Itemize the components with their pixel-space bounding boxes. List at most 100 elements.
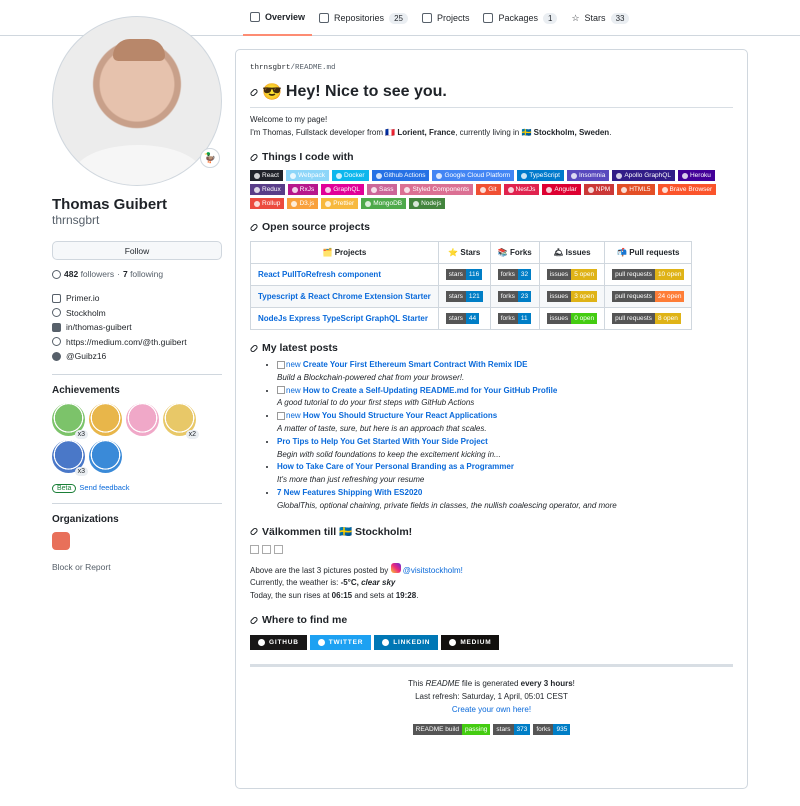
post-link[interactable]: 7 New Features Shipping With ES2020 [277,488,422,497]
achievement-badge[interactable]: x3 [52,402,88,439]
tech-shield[interactable]: MongoDB [361,198,407,209]
anchor-link-icon[interactable] [249,222,259,232]
broken-image-icon[interactable] [274,544,283,554]
tech-shield[interactable]: NestJs [503,184,540,195]
tab-repositories[interactable]: Repositories 25 [312,0,415,36]
following-link[interactable]: 7 following [123,269,163,279]
post-image-alt[interactable]: new [286,360,301,369]
status-badge[interactable]: issues 0 open [546,313,598,324]
twitter-icon [52,351,61,361]
twitter-link[interactable]: @Guibz16 [66,351,106,361]
linkedin-link[interactable]: in/thomas-guibert [66,322,132,332]
status-badge[interactable]: forks 11 [497,313,531,324]
tech-shield[interactable]: Prettier [321,198,359,209]
tech-shield[interactable]: Brave Browser [657,184,717,195]
tech-shield[interactable]: Git [476,184,501,195]
footer-badge[interactable]: README build passing [412,724,491,736]
status-badge[interactable]: forks 23 [497,291,532,302]
post-image-alt[interactable]: new [286,386,301,395]
readme-footer: This README file is generated every 3 ho… [408,679,575,715]
list-item: new Create Your First Ethereum Smart Con… [277,359,733,385]
tech-shield[interactable]: Nodejs [409,198,446,209]
tab-projects[interactable]: Projects [415,0,477,36]
social-badge[interactable]: TWITTER [309,635,372,651]
tech-shield[interactable]: Heroku [677,170,715,181]
tech-shield[interactable]: Apollo GraphQL [612,170,675,181]
tech-shield[interactable]: Sass [367,184,398,195]
social-badge[interactable]: MEDIUM [441,635,500,651]
post-link[interactable]: How to Create a Self-Updating README.md … [303,386,557,395]
social-badge[interactable]: LINKEDIN [374,635,439,651]
tech-shield[interactable]: Webpack [285,170,329,181]
status-badge[interactable]: stars 121 [445,291,483,302]
status-badge[interactable]: issues 5 open [546,269,598,280]
status-badge[interactable]: pull requests 10 open [612,269,685,280]
status-badge[interactable]: pull requests 24 open [612,291,685,302]
avatar[interactable] [52,16,222,186]
anchor-link-icon[interactable] [249,152,259,162]
post-link[interactable]: How to Take Care of Your Personal Brandi… [277,462,514,471]
tech-shield[interactable]: NPM [583,184,615,195]
status-badge[interactable]: stars 116 [445,269,483,280]
tab-packages[interactable]: Packages 1 [476,0,564,36]
anchor-link-icon[interactable] [249,526,259,536]
tech-shield[interactable]: HTML5 [617,184,655,195]
create-your-own-link[interactable]: Create your own here! [452,705,531,714]
tab-stars[interactable]: ☆ Stars 33 [564,0,636,36]
footer-badge[interactable]: forks 935 [533,724,571,736]
footer-badge[interactable]: stars 373 [493,724,531,736]
intro-text: Welcome to my page! I'm Thomas, Fullstac… [250,115,612,137]
social-badge[interactable]: GITHUB [250,635,307,651]
followers-link[interactable]: 482 followers [64,269,114,279]
tech-shield[interactable]: Google Cloud Platform [432,170,515,181]
visitstockholm-link[interactable]: @visitstockholm! [403,566,463,575]
post-link[interactable]: How You Should Structure Your React Appl… [303,411,497,420]
broken-image-icon[interactable] [262,544,271,554]
tech-shield[interactable]: Insomnia [566,170,610,181]
opensource-heading: Open source projects [249,221,733,233]
tech-shield[interactable]: Rollup [250,198,285,209]
tech-shield[interactable]: Styled Components [400,184,474,195]
status-icon[interactable]: 🦆 [200,148,220,168]
anchor-link-icon[interactable] [249,87,259,97]
tech-shield[interactable]: Redux [250,184,285,195]
follow-button[interactable]: Follow [52,241,222,260]
anchor-link-icon[interactable] [249,343,259,353]
project-link[interactable]: NodeJs Express TypeScript GraphQL Starte… [258,314,428,323]
breadcrumb-user[interactable]: thrnsgbrt [250,64,291,72]
block-or-report-link[interactable]: Block or Report [52,562,222,572]
project-link[interactable]: Typescript & React Chrome Extension Star… [258,292,431,301]
tech-shield[interactable]: Github Actions [371,170,430,181]
achievement-badge[interactable] [89,402,122,436]
project-link[interactable]: React PullToRefresh component [258,270,381,279]
tech-shield[interactable]: React [250,170,283,181]
tech-shield[interactable]: D3.js [287,198,319,209]
tech-shield[interactable]: TypeScript [517,170,564,181]
tech-logo-icon [325,200,332,207]
broken-image-icon[interactable] [250,544,259,554]
anchor-link-icon[interactable] [249,615,259,625]
achievement-badge[interactable]: x3 [52,439,88,476]
divider [250,664,733,668]
send-feedback-link[interactable]: Send feedback [79,483,129,492]
achievement-badge[interactable]: x2 [163,402,199,439]
tech-logo-icon [546,186,553,193]
organization-avatar[interactable] [52,531,70,550]
achievement-badge[interactable] [126,402,159,436]
website-link[interactable]: https://medium.com/@th.guibert [66,337,187,347]
tab-overview[interactable]: Overview [243,0,313,36]
status-badge[interactable]: pull requests 8 open [612,313,681,324]
tech-logo-icon [375,172,382,179]
status-badge[interactable]: stars 44 [445,313,480,324]
tech-shield[interactable]: Docker [331,170,369,181]
tech-shield[interactable]: RxJs [287,184,319,195]
post-link[interactable]: Create Your First Ethereum Smart Contrac… [303,360,528,369]
tech-shield[interactable]: GraphQL [321,184,364,195]
status-badge[interactable]: forks 32 [497,269,532,280]
achievement-badge[interactable] [89,439,122,473]
status-badge[interactable]: issues 3 open [546,291,598,302]
packages-count: 1 [543,12,558,24]
post-link[interactable]: Pro Tips to Help You Get Started With Yo… [277,437,488,446]
tech-shield[interactable]: Angular [542,184,581,195]
post-image-alt[interactable]: new [286,411,301,420]
